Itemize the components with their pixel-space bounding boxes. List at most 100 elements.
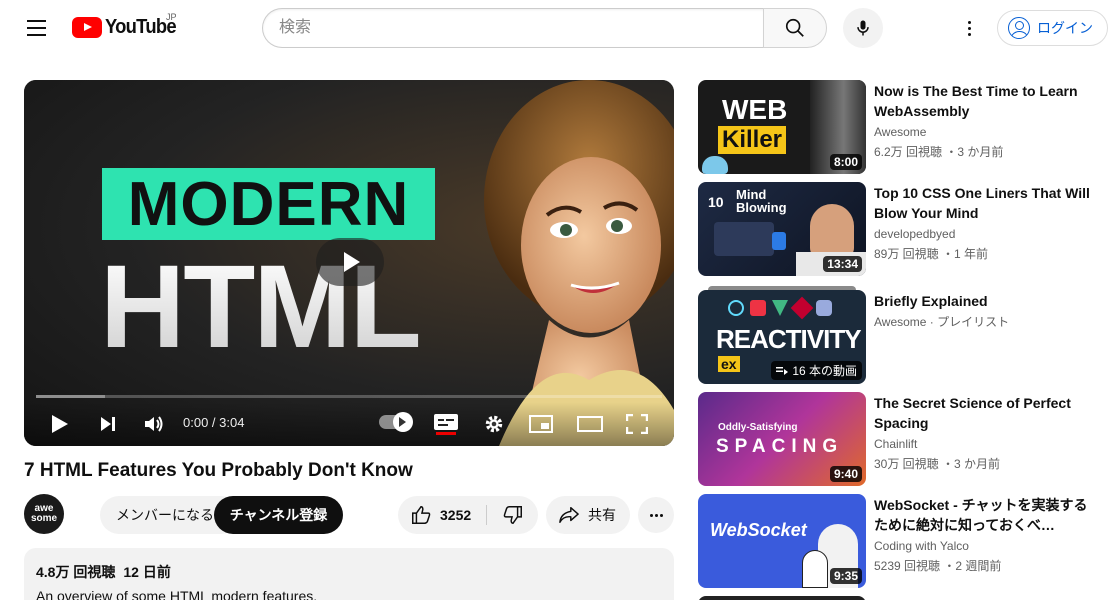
subtitles-icon <box>434 414 458 435</box>
search-input[interactable] <box>263 9 764 47</box>
share-icon <box>559 507 579 523</box>
view-meta: 4.8万 回視聴 12 日前 <box>36 562 662 582</box>
more-horizontal-icon <box>649 513 653 517</box>
gear-icon <box>485 415 503 433</box>
account-icon <box>1008 17 1030 39</box>
recommendation-item[interactable]: Oddly-Satisfying SPACING 9:40 The Secret… <box>698 392 1108 486</box>
recommendation-thumbnail: Oddly-Satisfying SPACING 9:40 <box>698 392 866 486</box>
thumbs-down-icon <box>503 506 522 524</box>
youtube-play-icon <box>72 17 102 38</box>
thumbnail-badge: MODERN <box>102 168 435 240</box>
next-icon <box>101 417 115 431</box>
rabbit-icon <box>802 550 828 588</box>
fullscreen-icon <box>626 414 648 434</box>
video-duration: 13:34 <box>823 256 862 272</box>
subtitles-button[interactable] <box>432 410 460 438</box>
subscribe-button[interactable]: チャンネル登録 <box>214 496 343 534</box>
description-box[interactable]: 4.8万 回視聴 12 日前 An overview of some HTML m… <box>24 548 674 600</box>
recommendation-thumbnail: WebSocket 9:35 <box>698 494 866 588</box>
microphone-icon <box>857 20 869 36</box>
svelte-icon <box>750 300 766 316</box>
next-recommendation-thumbnail[interactable] <box>698 596 866 600</box>
thumbs-up-icon <box>412 506 431 524</box>
recommendation-channel[interactable]: Awesome · プレイリスト <box>874 313 1009 330</box>
dislike-button[interactable] <box>487 496 538 534</box>
miniplayer-button[interactable] <box>527 410 555 438</box>
framework-icons <box>728 296 832 320</box>
playlist-icon <box>776 366 789 375</box>
autoplay-play-icon <box>399 417 406 427</box>
theater-mode-button[interactable] <box>576 410 604 438</box>
login-label: ログイン <box>1037 20 1093 36</box>
recommendation-title: Top 10 CSS One Liners That Will Blow You… <box>874 185 1090 221</box>
angular-icon <box>790 296 814 320</box>
share-button[interactable]: 共有 <box>546 496 630 534</box>
recommendation-channel[interactable]: Coding with Yalco <box>874 539 969 553</box>
recommendation-title: Now is The Best Time to Learn WebAssembl… <box>874 83 1078 119</box>
recommendation-channel[interactable]: Awesome <box>874 125 926 139</box>
description-text: An overview of some HTML modern features… <box>36 588 318 600</box>
view-count: 4.8万 回視聴 <box>36 564 116 580</box>
recommendation-item[interactable]: 10 Mind Blowing 13:34 Top 10 CSS One Line… <box>698 182 1108 276</box>
playlist-count-badge: 16 本の動画 <box>771 361 862 380</box>
login-button[interactable]: ログイン <box>997 10 1108 46</box>
settings-button[interactable] <box>480 410 508 438</box>
recommendation-stats: 6.2万 回視聴 ・3 か月前 <box>874 145 1004 159</box>
video-duration: 9:40 <box>829 466 862 482</box>
upload-age: 12 日前 <box>123 564 171 580</box>
mute-button[interactable] <box>140 410 168 438</box>
theater-icon <box>577 416 603 432</box>
play-button[interactable] <box>46 410 74 438</box>
recommendation-title: The Secret Science of Perfect Spacing <box>874 395 1071 431</box>
volume-icon <box>145 416 163 432</box>
region-code: JP <box>166 12 177 22</box>
next-button[interactable] <box>94 410 122 438</box>
progress-buffered <box>36 395 105 398</box>
search-icon <box>785 18 804 37</box>
react-icon <box>728 300 744 316</box>
recommendation-item[interactable]: WebSocket 9:35 WebSocket - チャットを実装するために絶… <box>698 494 1108 588</box>
more-actions-button[interactable] <box>638 497 674 533</box>
time-display: 0:00 / 3:04 <box>183 415 245 430</box>
video-title: 7 HTML Features You Probably Don't Know <box>24 460 413 481</box>
search-button[interactable] <box>763 8 827 48</box>
player-controls: 0:00 / 3:04 <box>24 402 674 446</box>
recommendation-channel[interactable]: developedbyed <box>874 227 955 241</box>
video-duration: 9:35 <box>829 568 862 584</box>
gopher-icon <box>702 156 728 174</box>
recommendation-stats: 5239 回視聴 ・2 週間前 <box>874 559 1002 573</box>
progress-bar[interactable] <box>36 395 662 398</box>
recommendation-thumbnail: 10 Mind Blowing 13:34 <box>698 182 866 276</box>
large-play-button[interactable] <box>316 238 384 286</box>
more-vertical-icon <box>967 20 971 24</box>
fullscreen-button[interactable] <box>623 410 651 438</box>
like-count: 3252 <box>440 507 472 523</box>
like-button[interactable]: 3252 <box>398 496 486 534</box>
like-dislike-group: 3252 <box>398 496 538 534</box>
playlist-thumbnail: REACTIVITY ex 16 本の動画 <box>698 290 866 384</box>
video-player[interactable]: MODERN HTML 0:00 / 3:04 <box>24 80 674 446</box>
recommendation-title: WebSocket - チャットを実装するために絶対に知っておくべ… <box>874 497 1088 533</box>
settings-menu-button[interactable] <box>955 14 983 42</box>
solid-icon <box>816 300 832 316</box>
vintage-woman-illustration <box>484 80 674 446</box>
recommendation-stats: 89万 回視聴 ・1 年前 <box>874 247 989 261</box>
recommendation-title: Briefly Explained <box>874 293 988 309</box>
vue-icon <box>772 300 788 316</box>
recommendation-item[interactable]: WEB Killer 8:00 Now is The Best Time to … <box>698 80 1108 174</box>
voice-search-button[interactable] <box>843 8 883 48</box>
css-icon <box>772 232 786 250</box>
play-icon <box>52 415 68 433</box>
recommendation-channel[interactable]: Chainlift <box>874 437 917 451</box>
miniplayer-icon <box>529 415 553 433</box>
hamburger-icon <box>27 20 46 22</box>
autoplay-toggle[interactable] <box>379 412 413 432</box>
channel-avatar[interactable]: awe some <box>24 494 64 534</box>
masthead: YouTube JP ログイン <box>0 0 1109 56</box>
search-box <box>262 8 764 48</box>
guide-menu-button[interactable] <box>20 14 52 42</box>
recommendation-stats: 30万 回視聴 ・3 か月前 <box>874 457 1001 471</box>
playlist-item[interactable]: REACTIVITY ex 16 本の動画 Briefly Explained … <box>698 286 1108 384</box>
recommendation-thumbnail: WEB Killer 8:00 <box>698 80 866 174</box>
video-duration: 8:00 <box>829 154 862 170</box>
